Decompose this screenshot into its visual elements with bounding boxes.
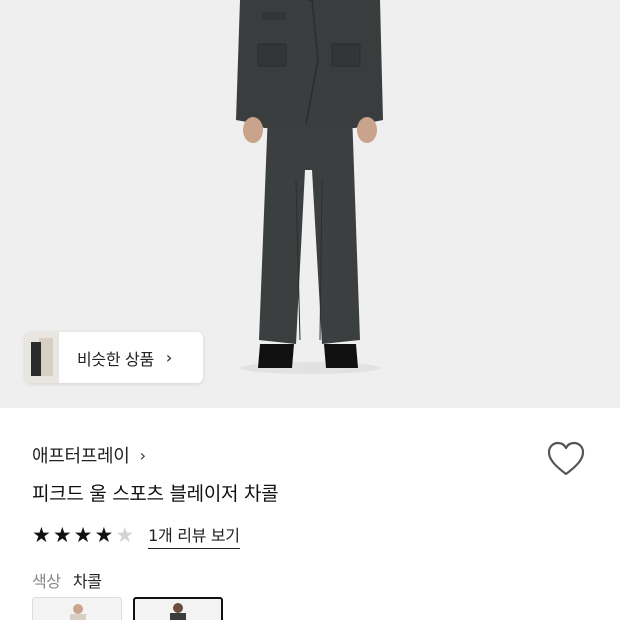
brand-name: 애프터프레이 (32, 446, 130, 467)
star-filled-icon: ★ (52, 523, 72, 547)
color-value: 차콜 (72, 572, 102, 591)
heart-outline-icon[interactable] (546, 440, 586, 478)
similar-products-label: 비슷한 상품 (77, 349, 154, 369)
color-swatch-beige[interactable] (32, 597, 122, 620)
star-filled-icon: ★ (94, 523, 114, 547)
product-image[interactable]: 비슷한 상품 › (0, 0, 620, 408)
similar-products-button[interactable]: 비슷한 상품 › (25, 332, 203, 383)
color-label: 색상 (32, 572, 61, 591)
review-link[interactable]: 1개 리뷰 보기 (148, 522, 240, 549)
star-rating: ★ ★ ★ ★ ★ (32, 525, 134, 546)
chevron-right-icon: › (165, 348, 173, 367)
star-empty-icon: ★ (115, 523, 135, 547)
star-filled-icon: ★ (32, 523, 51, 547)
brand-link[interactable]: 애프터프레이 › (32, 442, 146, 468)
color-row: 색상 차콜 (32, 568, 102, 592)
similar-product-thumbnail (25, 332, 59, 383)
chevron-right-icon: › (139, 445, 146, 465)
star-filled-icon: ★ (73, 523, 93, 547)
product-info: 애프터프레이 › 피크드 울 스포츠 블레이저 차콜 ★ ★ ★ ★ ★ 1개 … (0, 408, 620, 620)
rating-row: ★ ★ ★ ★ ★ 1개 리뷰 보기 (32, 522, 240, 549)
color-swatch-charcoal[interactable] (133, 597, 223, 620)
product-title: 피크드 울 스포츠 블레이저 차콜 (32, 483, 279, 505)
